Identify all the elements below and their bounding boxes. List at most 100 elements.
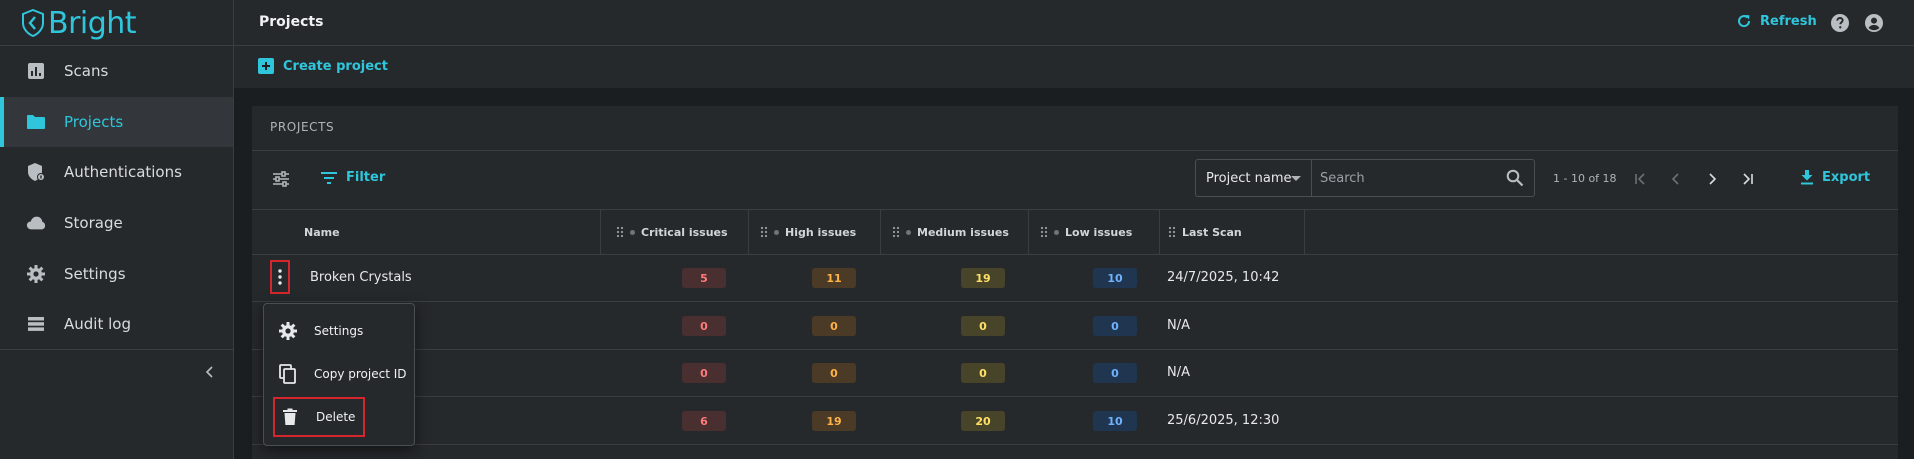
critical-count-badge: 5 — [682, 268, 726, 288]
brand-shield-icon — [22, 9, 44, 37]
more-vert-icon[interactable] — [270, 260, 290, 294]
row-actions-menu: Settings Copy project ID Delete — [263, 303, 415, 446]
brand-name: Bright — [48, 5, 137, 41]
create-project-button[interactable]: Create project — [258, 58, 388, 74]
sort-indicator-icon — [774, 229, 779, 235]
low-count-badge: 10 — [1093, 411, 1137, 431]
column-divider — [748, 210, 749, 254]
column-header-last-scan[interactable]: Last Scan — [1168, 210, 1242, 254]
drag-handle-icon[interactable] — [760, 226, 768, 238]
menu-item-label: Settings — [314, 324, 364, 338]
menu-item-label: Delete — [316, 410, 356, 424]
search-icon[interactable] — [1506, 169, 1524, 187]
critical-count-badge: 0 — [682, 316, 726, 336]
search-field-select[interactable]: Project name — [1195, 159, 1312, 197]
drag-handle-icon[interactable] — [1040, 226, 1048, 238]
next-page-icon[interactable] — [1702, 169, 1722, 189]
top-bar: Projects Refresh — [234, 0, 1914, 46]
last-scan-value: N/A — [1167, 365, 1190, 380]
sidebar-item-label: Scans — [64, 62, 109, 81]
sort-indicator-icon — [906, 229, 911, 235]
first-page-icon[interactable] — [1630, 169, 1650, 189]
medium-count-badge: 0 — [961, 363, 1005, 383]
column-divider — [1028, 210, 1029, 254]
table-toolbar: Filter Project name 1 - 10 of 18 Export — [252, 151, 1898, 209]
shield-lock-icon — [26, 162, 46, 182]
last-scan-value: 25/6/2025, 12:30 — [1167, 413, 1280, 428]
low-count-badge: 0 — [1093, 363, 1137, 383]
chevron-left-icon[interactable] — [200, 362, 220, 382]
filter-button[interactable]: Filter — [320, 170, 385, 185]
column-header-high[interactable]: High issues — [760, 210, 856, 254]
refresh-button[interactable]: Refresh — [1736, 13, 1817, 29]
column-divider — [600, 210, 601, 254]
column-divider — [1159, 210, 1160, 254]
project-name[interactable]: Broken Crystals — [310, 270, 412, 285]
cloud-icon — [26, 213, 46, 233]
pagination-range: 1 - 10 of 18 — [1553, 172, 1617, 185]
gear-icon — [26, 264, 46, 284]
brand-logo[interactable]: Bright — [22, 5, 137, 41]
column-header-critical[interactable]: Critical issues — [616, 210, 728, 254]
account-icon[interactable] — [1864, 13, 1884, 33]
column-header-name[interactable]: Name — [304, 210, 340, 254]
menu-item-settings[interactable]: Settings — [264, 311, 414, 351]
column-header-medium[interactable]: Medium issues — [892, 210, 1009, 254]
page-title: Projects — [259, 14, 324, 30]
medium-count-badge: 20 — [961, 411, 1005, 431]
list-icon — [26, 314, 46, 334]
export-button[interactable]: Export — [1800, 169, 1870, 185]
sidebar-item-scans[interactable]: Scans — [0, 46, 233, 97]
plus-icon — [258, 58, 274, 74]
sidebar-item-audit-log[interactable]: Audit log — [0, 299, 233, 350]
search-field-value: Project name — [1206, 170, 1292, 186]
table-row[interactable]: 0 0 0 0 N/A — [252, 303, 1898, 350]
column-divider — [1304, 210, 1305, 254]
trash-icon — [280, 407, 300, 427]
last-scan-value: 24/7/2025, 10:42 — [1167, 270, 1280, 285]
drag-handle-icon[interactable] — [1168, 226, 1176, 238]
sidebar-item-label: Storage — [64, 214, 123, 233]
table-row[interactable]: Broken Crystals 5 11 19 10 24/7/2025, 10… — [252, 255, 1898, 302]
critical-count-badge: 0 — [682, 363, 726, 383]
previous-page-icon[interactable] — [1666, 169, 1686, 189]
high-count-badge: 19 — [812, 411, 856, 431]
sort-indicator-icon — [630, 229, 635, 235]
help-icon[interactable] — [1830, 13, 1850, 33]
medium-count-badge: 0 — [961, 316, 1005, 336]
sidebar: Bright Scans Projects Authentications St… — [0, 0, 234, 459]
sidebar-item-projects[interactable]: Projects — [0, 96, 233, 148]
menu-item-delete[interactable]: Delete — [273, 397, 365, 437]
high-count-badge: 0 — [812, 363, 856, 383]
sidebar-item-label: Settings — [64, 264, 126, 283]
last-page-icon[interactable] — [1738, 169, 1758, 189]
menu-item-copy-project-id[interactable]: Copy project ID — [264, 354, 414, 394]
menu-item-label: Copy project ID — [314, 367, 407, 381]
sidebar-item-storage[interactable]: Storage — [0, 198, 233, 249]
drag-handle-icon[interactable] — [616, 226, 624, 238]
critical-count-badge: 6 — [682, 411, 726, 431]
low-count-badge: 0 — [1093, 316, 1137, 336]
folder-icon — [26, 112, 46, 132]
create-project-label: Create project — [283, 58, 388, 74]
gear-icon — [278, 321, 298, 341]
action-bar: Create project — [234, 46, 1914, 88]
filter-label: Filter — [346, 170, 386, 185]
panel-title: PROJECTS — [270, 120, 335, 134]
table-row[interactable]: 0 0 0 0 N/A — [252, 350, 1898, 397]
search-input[interactable] — [1312, 170, 1492, 186]
export-label: Export — [1822, 169, 1871, 185]
medium-count-badge: 19 — [961, 268, 1005, 288]
sort-indicator-icon — [1054, 229, 1059, 235]
sidebar-item-authentications[interactable]: Authentications — [0, 147, 233, 198]
caret-down-icon — [1291, 176, 1301, 181]
drag-handle-icon[interactable] — [892, 226, 900, 238]
column-settings-icon[interactable] — [272, 171, 290, 187]
sidebar-item-label: Projects — [64, 112, 124, 131]
copy-icon — [278, 364, 298, 384]
table-row[interactable]: 6 19 20 10 25/6/2025, 12:30 — [252, 398, 1898, 445]
filter-icon — [321, 171, 337, 184]
column-header-low[interactable]: Low issues — [1040, 210, 1132, 254]
refresh-icon — [1738, 15, 1751, 28]
sidebar-item-settings[interactable]: Settings — [0, 248, 233, 299]
